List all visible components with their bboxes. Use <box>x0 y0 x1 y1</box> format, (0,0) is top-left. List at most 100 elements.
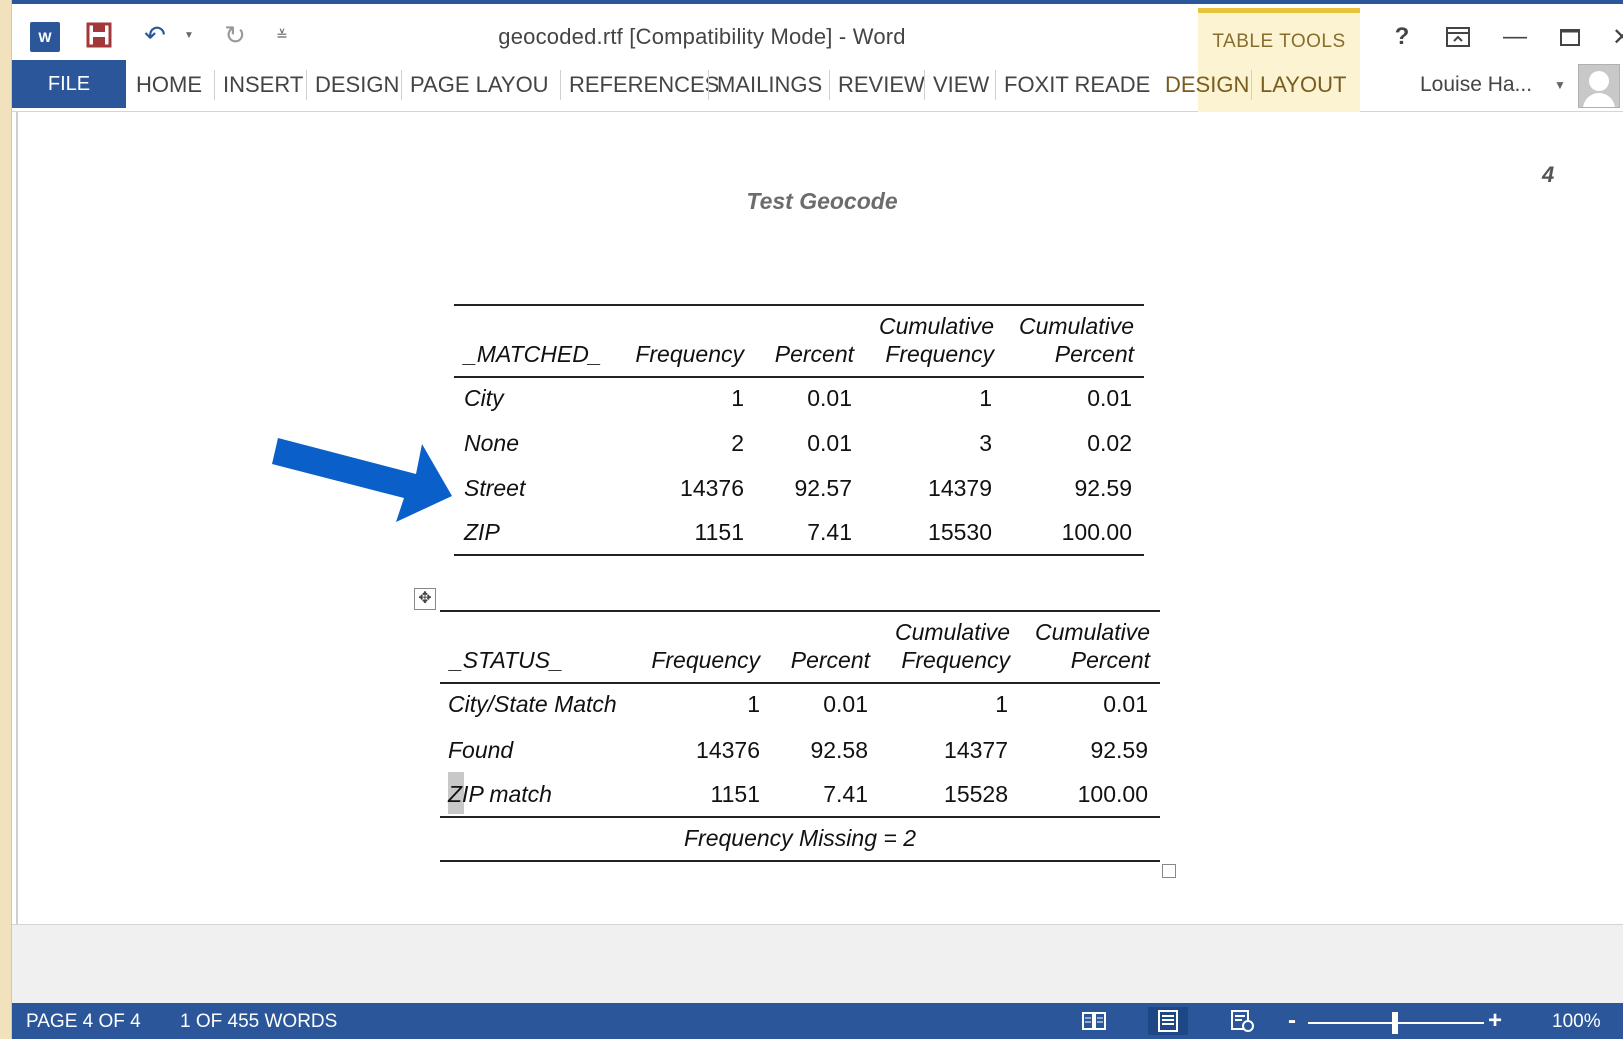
row-label: Street <box>464 475 526 501</box>
row-label: ZIP match <box>448 781 552 807</box>
header-percent: Percent <box>774 341 854 367</box>
tab-file[interactable]: FILE <box>12 60 126 108</box>
header-cumulative: Cumulative <box>1034 619 1150 645</box>
tab-table-layout[interactable]: LAYOUT <box>1260 68 1346 102</box>
tab-home[interactable]: HOME <box>136 68 202 102</box>
tab-page-layout[interactable]: PAGE LAYOU <box>410 68 549 102</box>
tab-design[interactable]: DESIGN <box>315 68 399 102</box>
tab-review[interactable]: REVIEW <box>838 68 925 102</box>
tab-separator <box>708 70 709 100</box>
tab-separator <box>214 70 215 100</box>
background-strip <box>0 0 12 1039</box>
tab-separator <box>829 70 830 100</box>
row-percent: 0.01 <box>807 430 852 456</box>
row-cum-frequency: 3 <box>979 430 992 456</box>
read-mode-glyph <box>1082 1012 1106 1030</box>
tab-mailings[interactable]: MAILINGS <box>717 68 822 102</box>
table-top-rule <box>440 610 1160 612</box>
table-top-rule <box>454 304 1144 306</box>
header-cumulative: Cumulative <box>878 313 994 339</box>
tab-table-design[interactable]: DESIGN <box>1165 68 1249 102</box>
tab-references[interactable]: REFERENCES <box>569 68 719 102</box>
header-frequency: Frequency <box>885 341 994 367</box>
tab-separator <box>1251 70 1252 100</box>
help-button[interactable]: ? <box>1384 22 1420 52</box>
row-cum-frequency: 1 <box>995 691 1008 717</box>
row-percent: 7.41 <box>807 519 852 545</box>
customize-toolbar-icon[interactable]: ≚ <box>274 20 290 50</box>
row-cum-percent: 100.00 <box>1077 781 1148 807</box>
row-percent: 92.58 <box>810 737 868 763</box>
word-window: W ↶ ▼ ↻ ≚ geocoded.rtf [Compatibility Mo… <box>12 0 1623 1039</box>
page-indicator[interactable]: PAGE 4 OF 4 <box>26 1011 141 1033</box>
row-cum-frequency: 14379 <box>928 475 992 501</box>
row-label: None <box>464 430 519 456</box>
web-layout-glyph <box>1231 1010 1254 1032</box>
title-bar: W ↶ ▼ ↻ ≚ geocoded.rtf [Compatibility Mo… <box>12 0 1623 64</box>
save-icon-glyph <box>86 22 112 48</box>
row-label: ZIP <box>464 519 500 545</box>
zoom-in-button[interactable]: + <box>1488 1007 1502 1035</box>
status-frequency-table: _STATUS_ Frequency Percent Cumulative Fr… <box>440 610 1160 866</box>
row-frequency: 2 <box>731 430 744 456</box>
table-tools-group: TABLE TOOLS <box>1198 8 1360 64</box>
avatar[interactable] <box>1578 64 1620 108</box>
header-frequency: Frequency <box>651 647 760 673</box>
row-frequency: 1 <box>747 691 760 717</box>
tab-separator <box>560 70 561 100</box>
row-cum-percent: 0.02 <box>1087 430 1132 456</box>
row-cum-frequency: 1 <box>979 385 992 411</box>
undo-icon[interactable]: ↶ <box>140 20 170 50</box>
zoom-out-button[interactable]: - <box>1288 1007 1296 1035</box>
row-percent: 0.01 <box>807 385 852 411</box>
page-edge <box>16 112 18 967</box>
tab-separator <box>924 70 925 100</box>
maximize-button[interactable] <box>1552 22 1588 52</box>
tab-separator <box>401 70 402 100</box>
row-frequency: 1151 <box>694 519 744 545</box>
table-footer-rule <box>440 816 1160 818</box>
row-percent: 92.57 <box>794 475 852 501</box>
table-move-handle-icon[interactable]: ✥ <box>414 588 436 610</box>
row-cum-percent: 100.00 <box>1061 519 1132 545</box>
table-resize-handle[interactable] <box>1162 864 1176 878</box>
document-title: geocoded.rtf [Compatibility Mode] - Word <box>498 24 906 49</box>
zoom-level[interactable]: 100% <box>1552 1011 1601 1033</box>
row-label: City <box>464 385 504 411</box>
tab-foxit-reader[interactable]: FOXIT READE <box>1004 68 1150 102</box>
chevron-down-icon[interactable]: ▼ <box>1554 78 1566 92</box>
zoom-slider-thumb[interactable] <box>1392 1012 1398 1034</box>
print-layout-icon[interactable] <box>1148 1007 1188 1035</box>
tab-separator <box>306 70 307 100</box>
row-frequency: 1151 <box>710 781 760 807</box>
header-percent: Percent <box>1054 341 1134 367</box>
row-label: City/State Match <box>448 691 617 717</box>
header-frequency: Frequency <box>901 647 1010 673</box>
undo-dropdown-icon[interactable]: ▼ <box>182 20 196 50</box>
row-cum-frequency: 15528 <box>944 781 1008 807</box>
document-heading: Test Geocode <box>746 188 898 214</box>
status-bar: PAGE 4 OF 4 1 OF 455 WORDS - + 100% <box>12 1003 1623 1039</box>
ribbon-display-options-icon[interactable] <box>1440 22 1476 52</box>
document-canvas: 4 Test Geocode _MATCHED_ Frequency Perce… <box>12 112 1623 967</box>
user-account-name[interactable]: Louise Ha... <box>1420 68 1532 102</box>
save-icon[interactable] <box>84 20 114 50</box>
header-status: _STATUS_ <box>450 647 563 673</box>
row-frequency: 14376 <box>680 475 744 501</box>
row-cum-frequency: 15530 <box>928 519 992 545</box>
word-count[interactable]: 1 OF 455 WORDS <box>180 1011 337 1033</box>
redo-icon[interactable]: ↻ <box>220 20 250 50</box>
row-frequency: 1 <box>731 385 744 411</box>
close-button[interactable]: ✕ <box>1604 22 1623 52</box>
table-header-rule <box>440 682 1160 684</box>
tab-insert[interactable]: INSERT <box>223 68 303 102</box>
read-mode-icon[interactable] <box>1074 1007 1114 1035</box>
web-layout-icon[interactable] <box>1222 1007 1262 1035</box>
maximize-icon <box>1560 29 1580 46</box>
minimize-button[interactable]: — <box>1497 22 1533 52</box>
word-app-icon[interactable]: W <box>30 22 60 52</box>
row-frequency: 14376 <box>696 737 760 763</box>
header-percent: Percent <box>790 647 870 673</box>
tab-view[interactable]: VIEW <box>933 68 989 102</box>
table-bottom-rule <box>440 860 1160 862</box>
